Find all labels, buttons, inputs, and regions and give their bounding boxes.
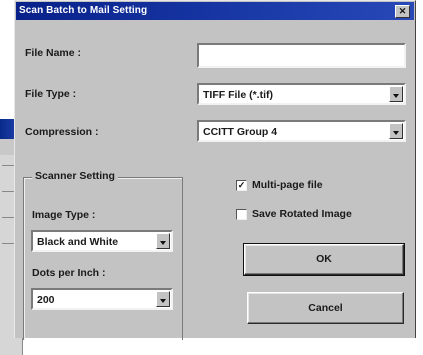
- scan-batch-dialog: Scan Batch to Mail Setting ✕ File Name :…: [14, 0, 416, 340]
- save-rotated-checkbox[interactable]: [236, 209, 247, 220]
- file-name-label-text: File Name :: [25, 47, 82, 59]
- scanner-setting-title: Scanner Setting: [32, 170, 118, 182]
- file-name-label: File Name :: [25, 47, 81, 59]
- image-type-select[interactable]: Black and White: [31, 230, 173, 252]
- dialog-title: Scan Batch to Mail Setting: [19, 5, 148, 16]
- file-type-dropdown-button[interactable]: [389, 86, 403, 102]
- cancel-button[interactable]: Cancel: [247, 292, 404, 324]
- multipage-label[interactable]: Multi-page file: [252, 179, 323, 191]
- dots-per-inch-label: Dots per Inch :: [32, 267, 106, 279]
- cancel-button-label: Cancel: [308, 302, 343, 314]
- compression-dropdown-button[interactable]: [389, 123, 403, 139]
- dots-per-inch-select[interactable]: 200: [31, 288, 173, 310]
- file-name-input[interactable]: [197, 43, 406, 68]
- check-mark-icon: ✓: [237, 180, 246, 190]
- compression-label-text: Compression :: [25, 126, 99, 138]
- dots-per-inch-label-text: Dots per Inch :: [32, 267, 106, 279]
- file-type-value: TIFF File (*.tif): [203, 89, 273, 101]
- close-icon: ✕: [398, 6, 407, 16]
- image-type-value: Black and White: [37, 236, 119, 248]
- image-type-label: Image Type :: [32, 209, 95, 221]
- ok-button-label: OK: [316, 253, 332, 265]
- image-type-dropdown-button[interactable]: [156, 233, 170, 249]
- compression-value: CCITT Group 4: [203, 126, 278, 138]
- file-type-label: File Type :: [25, 88, 76, 100]
- dots-per-inch-dropdown-button[interactable]: [156, 291, 170, 307]
- file-type-select[interactable]: TIFF File (*.tif): [197, 83, 406, 105]
- save-rotated-label[interactable]: Save Rotated Image: [252, 208, 352, 220]
- file-type-label-text: File Type :: [25, 88, 77, 100]
- scanner-setting-group: [23, 177, 183, 340]
- ok-button[interactable]: OK: [243, 243, 405, 276]
- compression-label: Compression :: [25, 126, 99, 138]
- title-bar[interactable]: Scan Batch to Mail Setting ✕: [16, 2, 414, 20]
- dots-per-inch-value: 200: [37, 294, 55, 306]
- image-type-label-text: Image Type :: [32, 209, 96, 221]
- multipage-checkbox[interactable]: ✓: [236, 180, 247, 191]
- compression-select[interactable]: CCITT Group 4: [197, 120, 406, 142]
- close-button[interactable]: ✕: [395, 5, 410, 18]
